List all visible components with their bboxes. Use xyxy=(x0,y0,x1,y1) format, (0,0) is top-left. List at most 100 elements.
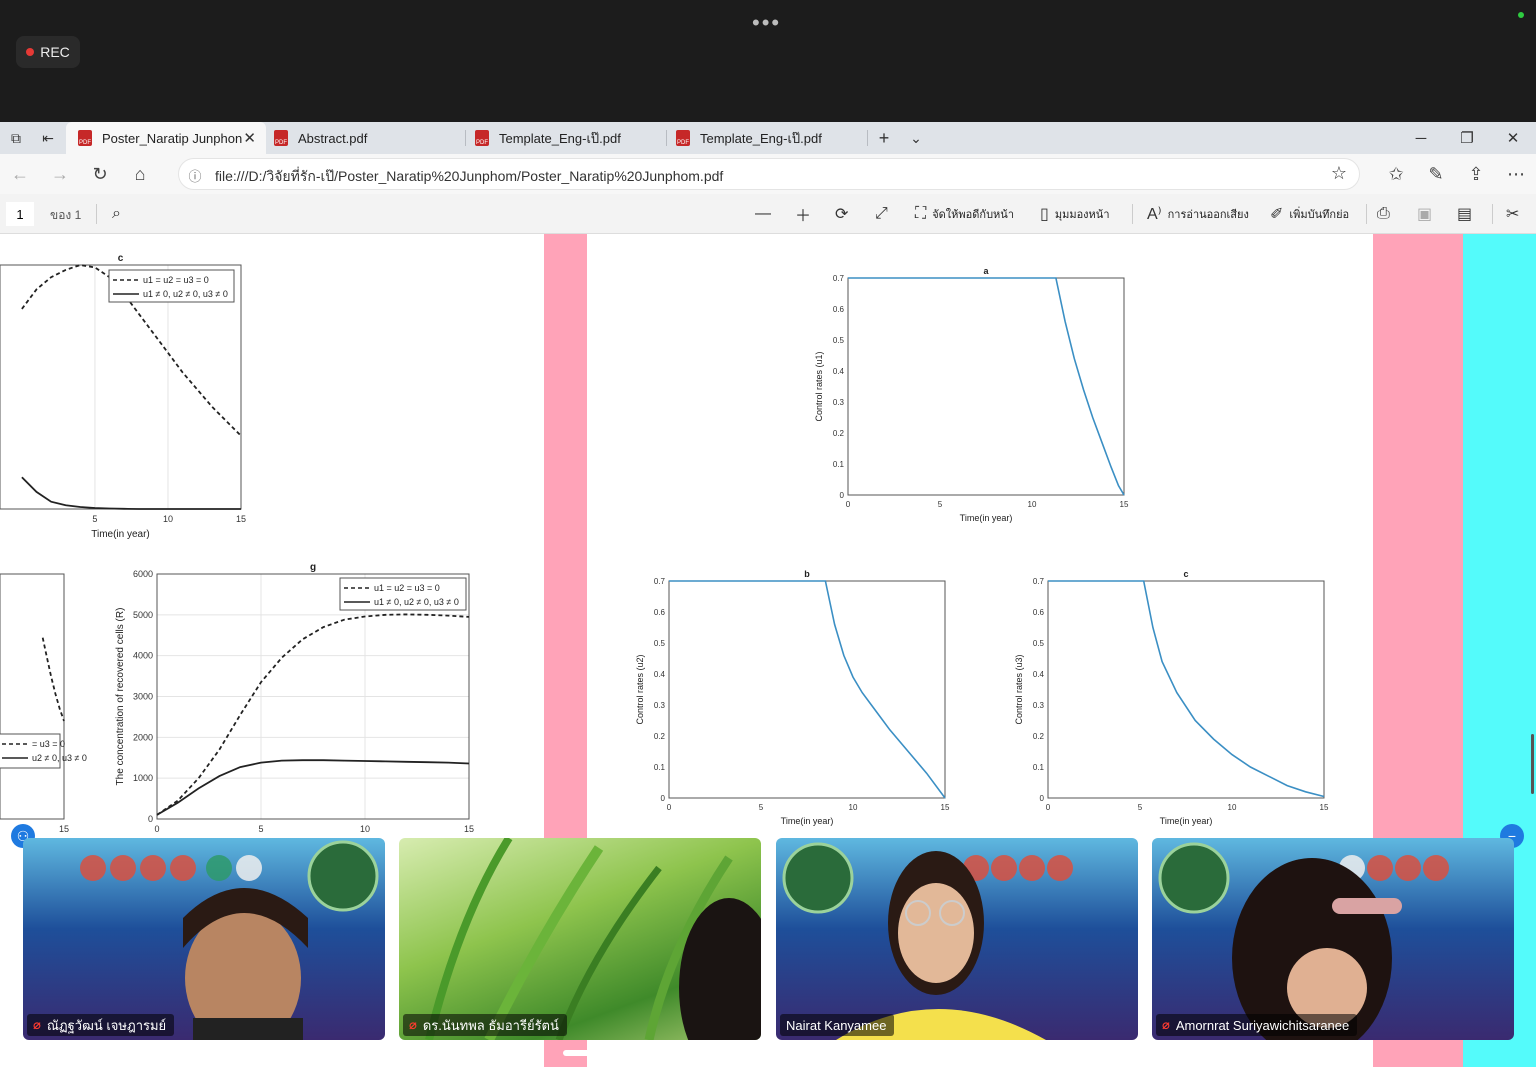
add-note-label: เพิ่มบันทึกย่อ xyxy=(1289,209,1350,221)
zoom-in-button[interactable]: ＋ xyxy=(795,202,811,226)
print-icon: ⎙ xyxy=(1377,205,1390,222)
draw-icon: ✐ xyxy=(1270,206,1284,223)
toolbar-divider xyxy=(1366,204,1367,224)
rec-label: REC xyxy=(40,44,70,60)
read-aloud-icon: A⁾ xyxy=(1147,206,1162,223)
y-tick-label: 0.6 xyxy=(833,305,845,314)
participant-name-bar: ⌀ ดร.นันทพล ธัมอารีย์รัตน์ xyxy=(403,1014,567,1036)
tab-bar: ⧉ ⇤ PDF Poster_Naratip Junphon ✕ PDF Abs… xyxy=(0,122,1536,154)
participant-tile[interactable]: ⌀ ดร.นันทพล ธัมอารีย์รัตน์ xyxy=(399,838,761,1040)
video-feed-image xyxy=(425,838,761,1040)
scrollbar-thumb[interactable] xyxy=(1531,734,1534,794)
forward-arrow-icon[interactable]: → xyxy=(48,162,72,186)
x-tick-label: 15 xyxy=(464,824,474,834)
pin-toolbar-button[interactable]: ✂ xyxy=(1506,202,1519,226)
participant-name-bar: ⌀ Amornrat Suriyawichitsaranee xyxy=(1156,1014,1358,1036)
chart-title: g xyxy=(310,562,316,573)
print-button[interactable]: ⎙ xyxy=(1377,202,1390,226)
read-aloud-button[interactable]: A⁾ การอ่านออกเสียง xyxy=(1147,202,1249,226)
y-tick-label: 0.1 xyxy=(654,763,666,772)
close-window-icon[interactable]: ✕ xyxy=(1490,122,1536,154)
record-dot-icon xyxy=(26,48,35,56)
rotate-button[interactable]: ⟳ xyxy=(835,202,848,226)
status-dot-icon xyxy=(1518,12,1524,18)
page-view-icon: ▯ xyxy=(1040,206,1049,223)
y-tick-label: 0.6 xyxy=(654,608,666,617)
series-line xyxy=(41,637,65,722)
workspaces-icon[interactable]: ⧉ xyxy=(6,128,26,148)
y-tick-label: 0.5 xyxy=(833,336,845,345)
x-tick-label: 10 xyxy=(1228,803,1237,812)
tab-poster[interactable]: PDF Poster_Naratip Junphon ✕ xyxy=(66,122,266,154)
pdf-search-button[interactable]: ⌕ xyxy=(112,202,121,226)
series-line xyxy=(848,277,1125,496)
chart-title: b xyxy=(804,569,810,579)
add-note-button[interactable]: ✐ เพิ่มบันทึกย่อ xyxy=(1270,202,1349,226)
series-line xyxy=(156,759,470,816)
muted-mic-icon: ⌀ xyxy=(1162,1017,1170,1032)
tab-abstract[interactable]: PDF Abstract.pdf xyxy=(262,122,462,154)
page-view-button[interactable]: ▯ มุมมองหน้า xyxy=(1040,202,1110,226)
y-tick-label: 1000 xyxy=(133,773,153,783)
minus-icon: — xyxy=(755,205,771,222)
y-tick-label: 4000 xyxy=(133,651,153,661)
y-tick-label: 0.1 xyxy=(1033,763,1045,772)
participant-name: Nairat Kanyamee xyxy=(786,1017,887,1033)
favorites-icon[interactable]: ✩ xyxy=(1384,162,1408,186)
pdf-file-icon: PDF xyxy=(475,130,489,146)
page-number-input[interactable]: 1 xyxy=(6,202,34,226)
x-tick-label: 5 xyxy=(258,824,263,834)
favorite-star-icon[interactable]: ☆ xyxy=(1331,163,1347,184)
participant-tile[interactable]: ⌀ ณัฏฐวัฒน์ เจษฎารมย์ xyxy=(23,838,385,1040)
fit-to-page-button[interactable]: ⛶ จัดให้พอดีกับหน้า xyxy=(915,202,1014,226)
series-line xyxy=(1048,580,1325,798)
save-as-button[interactable]: ▤ xyxy=(1457,202,1472,226)
legend-label: u1 ≠ 0, u2 ≠ 0, u3 ≠ 0 xyxy=(374,597,459,607)
participant-tile[interactable]: Nairat Kanyamee xyxy=(776,838,1138,1040)
back-arrow-icon[interactable]: ← xyxy=(8,162,32,186)
close-tab-icon[interactable]: ✕ xyxy=(243,129,256,147)
tab-list-chevron-icon[interactable]: ⌄ xyxy=(906,128,926,148)
pdf-file-icon: PDF xyxy=(274,130,288,146)
tab-actions-icon[interactable]: ⇤ xyxy=(38,128,58,148)
tab-label: Template_Eng-เป๊.pdf xyxy=(499,130,621,146)
video-feed-image xyxy=(782,842,1073,1040)
minimize-icon[interactable]: ─ xyxy=(1398,122,1444,154)
pen-icon[interactable]: ✎ xyxy=(1424,162,1448,186)
chart-title: c xyxy=(1183,569,1188,579)
new-tab-icon[interactable]: + xyxy=(874,128,894,148)
share-icon[interactable]: ⇪ xyxy=(1464,162,1488,186)
participant-tile[interactable]: ⌀ Amornrat Suriyawichitsaranee xyxy=(1152,838,1514,1040)
x-tick-label: 10 xyxy=(163,514,173,524)
y-tick-label: 0.4 xyxy=(1033,670,1045,679)
x-tick-label: 10 xyxy=(360,824,370,834)
x-tick-label: 5 xyxy=(938,500,943,509)
y-tick-label: 0.2 xyxy=(654,732,666,741)
participant-name: Amornrat Suriyawichitsaranee xyxy=(1175,1017,1350,1033)
tab-template-1[interactable]: PDF Template_Eng-เป๊.pdf xyxy=(463,122,663,154)
x-tick-label: 0 xyxy=(154,824,159,834)
fullscreen-button[interactable]: ⤢ xyxy=(875,202,888,226)
settings-more-icon[interactable]: ⋯ xyxy=(1504,162,1528,186)
y-tick-label: 0.2 xyxy=(1033,732,1045,741)
chart-title: a xyxy=(983,266,989,276)
legend-label: = u3 = 0 xyxy=(32,739,65,749)
tab-label: Abstract.pdf xyxy=(298,130,368,146)
home-icon[interactable]: ⌂ xyxy=(128,162,152,186)
y-tick-label: 3000 xyxy=(133,692,153,702)
save-button[interactable]: ▣ xyxy=(1417,202,1432,226)
y-tick-label: 0.7 xyxy=(1033,577,1045,586)
info-icon[interactable]: ⓘ xyxy=(187,166,203,184)
muted-mic-icon: ⌀ xyxy=(409,1017,417,1032)
plot-frame xyxy=(668,580,946,799)
legend-label: u1 = u2 = u3 = 0 xyxy=(143,275,209,285)
address-input[interactable]: ⓘ file:///D:/วิจัยที่รัก-เป๊/Poster_Nara… xyxy=(178,158,1360,190)
fit-page-icon: ⛶ xyxy=(915,205,927,222)
more-options-icon[interactable]: ••• xyxy=(752,10,781,36)
tab-template-2[interactable]: PDF Template_Eng-เป๊.pdf xyxy=(664,122,864,154)
zoom-out-button[interactable]: — xyxy=(755,202,771,226)
y-tick-label: 0.3 xyxy=(1033,701,1045,710)
refresh-icon[interactable]: ↻ xyxy=(88,162,112,186)
participant-strip: ⚇ − ⌀ ณัฏฐวัฒน์ เจษฎารมย์ ⌀ ดร.นันทพล ธั… xyxy=(0,824,1536,1067)
restore-icon[interactable]: ❐ xyxy=(1444,122,1490,154)
